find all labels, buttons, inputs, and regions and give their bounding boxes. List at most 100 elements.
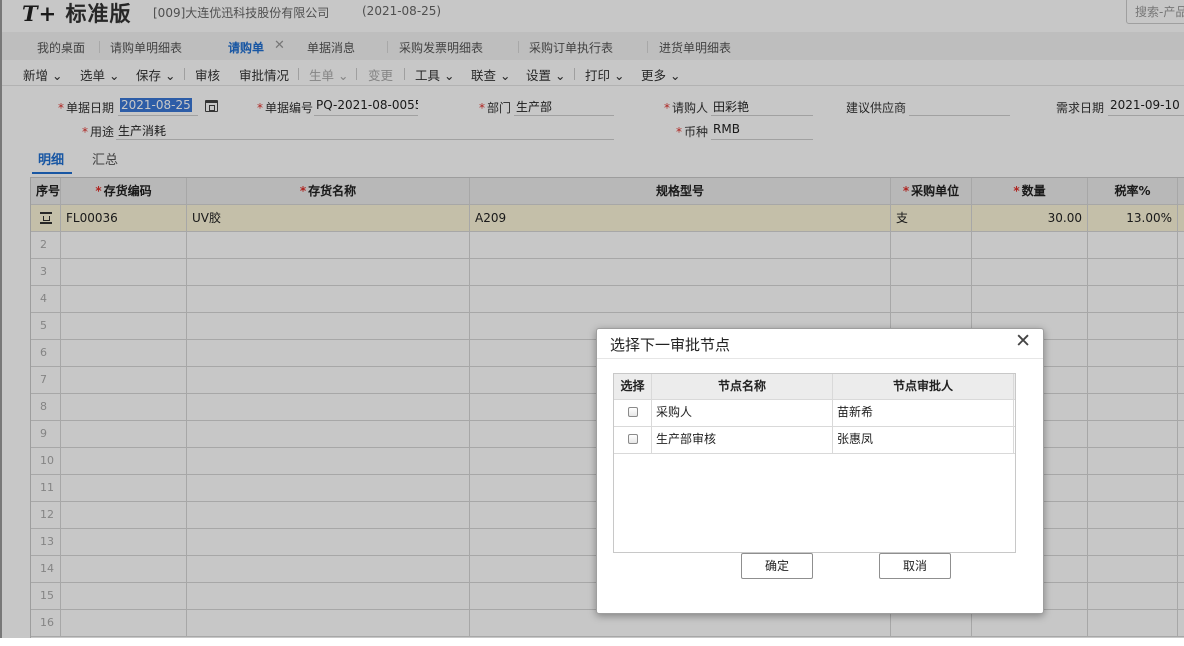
grid-cell[interactable] xyxy=(61,232,187,259)
list-item[interactable]: 采购人 苗新希 xyxy=(614,400,1015,427)
grid-cell[interactable] xyxy=(61,286,187,313)
tab-purchase-request[interactable]: 请购单 xyxy=(215,39,295,62)
table-row[interactable]: 3 xyxy=(31,259,1184,286)
grid-cell[interactable] xyxy=(187,448,470,475)
dept-field[interactable]: 生产部 xyxy=(514,98,614,116)
grid-cell[interactable] xyxy=(1088,502,1178,529)
select-checkbox[interactable] xyxy=(614,427,652,453)
grid-cell[interactable] xyxy=(61,556,187,583)
currency-field[interactable]: RMB xyxy=(711,122,813,140)
grid-cell[interactable] xyxy=(1088,340,1178,367)
cancel-button[interactable]: 取消 xyxy=(879,553,951,579)
grid-cell[interactable] xyxy=(1088,367,1178,394)
grid-cell[interactable] xyxy=(61,529,187,556)
grid-cell[interactable] xyxy=(61,259,187,286)
grid-cell[interactable] xyxy=(61,583,187,610)
list-item[interactable]: 生产部审核 张惠凤 xyxy=(614,427,1015,454)
grid-cell[interactable] xyxy=(187,286,470,313)
save-button[interactable]: 保存 ⌄ xyxy=(136,65,175,84)
grid-cell[interactable] xyxy=(1088,286,1178,313)
grid-cell[interactable] xyxy=(61,394,187,421)
tab-summary[interactable]: 汇总 xyxy=(92,149,118,168)
grid-cell[interactable] xyxy=(1088,583,1178,610)
grid-cell[interactable] xyxy=(1088,259,1178,286)
col-code[interactable]: * 存货编码 xyxy=(61,178,187,205)
grid-cell[interactable] xyxy=(1088,421,1178,448)
grid-cell[interactable] xyxy=(470,259,891,286)
tab-detail[interactable]: 明细 xyxy=(31,149,73,174)
grid-cell[interactable] xyxy=(972,286,1088,313)
close-icon[interactable]: ✕ xyxy=(274,38,285,53)
grid-cell[interactable] xyxy=(1088,448,1178,475)
audit-button[interactable]: 审核 xyxy=(195,65,220,84)
print-button[interactable]: 打印 ⌄ xyxy=(585,65,624,84)
supplier-field[interactable] xyxy=(909,98,1010,116)
cell-name[interactable]: UV胶 xyxy=(187,205,470,232)
grid-cell[interactable] xyxy=(61,448,187,475)
grid-cell[interactable] xyxy=(891,286,972,313)
grid-cell[interactable] xyxy=(61,610,187,637)
grid-cell[interactable] xyxy=(972,232,1088,259)
tab-doc-messages[interactable]: 单据消息 xyxy=(307,39,355,56)
cell-qty[interactable]: 30.00 xyxy=(972,205,1088,232)
doc-date-field[interactable]: 2021-08-25 xyxy=(118,98,198,116)
grid-cell[interactable] xyxy=(972,610,1088,637)
grid-cell[interactable] xyxy=(187,556,470,583)
close-icon[interactable]: ✕ xyxy=(1015,330,1031,352)
grid-cell[interactable] xyxy=(61,313,187,340)
ok-button[interactable]: 确定 xyxy=(741,553,813,579)
more-button[interactable]: 更多 ⌄ xyxy=(641,65,680,84)
grid-cell[interactable] xyxy=(891,232,972,259)
grid-cell[interactable] xyxy=(187,313,470,340)
grid-cell[interactable] xyxy=(187,340,470,367)
col-index[interactable]: 序号 xyxy=(31,178,61,205)
grid-cell[interactable] xyxy=(61,421,187,448)
grid-cell[interactable] xyxy=(61,340,187,367)
linked-query-button[interactable]: 联查 ⌄ xyxy=(471,65,510,84)
row-edit-icon[interactable] xyxy=(31,205,61,232)
grid-cell[interactable] xyxy=(1088,529,1178,556)
grid-cell[interactable] xyxy=(61,502,187,529)
cell-spec[interactable]: A209 xyxy=(470,205,891,232)
col-spec[interactable]: 规格型号 xyxy=(470,178,891,205)
select-order-button[interactable]: 选单 ⌄ xyxy=(80,65,119,84)
settings-button[interactable]: 设置 ⌄ xyxy=(526,65,565,84)
tab-my-desktop[interactable]: 我的桌面 xyxy=(37,39,85,56)
requester-field[interactable]: 田彩艳 xyxy=(711,98,813,116)
grid-cell[interactable] xyxy=(891,610,972,637)
table-row[interactable]: FL00036 UV胶 A209 支 30.00 13.00% xyxy=(31,205,1184,232)
grid-cell[interactable] xyxy=(187,502,470,529)
grid-cell[interactable] xyxy=(1088,610,1178,637)
tab-invoice-detail[interactable]: 采购发票明细表 xyxy=(399,39,483,56)
grid-cell[interactable] xyxy=(187,367,470,394)
grid-cell[interactable] xyxy=(187,610,470,637)
grid-cell[interactable] xyxy=(972,259,1088,286)
grid-cell[interactable] xyxy=(1088,313,1178,340)
grid-cell[interactable] xyxy=(1088,232,1178,259)
purpose-field[interactable]: 生产消耗 xyxy=(116,122,614,140)
grid-cell[interactable] xyxy=(187,583,470,610)
grid-cell[interactable] xyxy=(470,610,891,637)
grid-cell[interactable] xyxy=(891,259,972,286)
grid-cell[interactable] xyxy=(61,475,187,502)
grid-cell[interactable] xyxy=(187,394,470,421)
tab-request-detail[interactable]: 请购单明细表 xyxy=(110,39,182,56)
col-tax[interactable]: 税率% xyxy=(1088,178,1178,205)
grid-cell[interactable] xyxy=(1088,556,1178,583)
cell-code[interactable]: FL00036 xyxy=(61,205,187,232)
col-name[interactable]: * 存货名称 xyxy=(187,178,470,205)
doc-no-field[interactable]: PQ-2021-08-0055 xyxy=(314,98,418,116)
cell-tax[interactable]: 13.00% xyxy=(1088,205,1178,232)
col-qty[interactable]: * 数量 xyxy=(972,178,1088,205)
tab-order-execution[interactable]: 采购订单执行表 xyxy=(529,39,613,56)
grid-cell[interactable] xyxy=(470,232,891,259)
grid-cell[interactable] xyxy=(187,421,470,448)
tools-button[interactable]: 工具 ⌄ xyxy=(415,65,454,84)
change-button[interactable]: 变更 xyxy=(368,65,393,84)
generate-order-button[interactable]: 生单 ⌄ xyxy=(309,65,348,84)
grid-cell[interactable] xyxy=(187,475,470,502)
grid-cell[interactable] xyxy=(61,367,187,394)
col-unit[interactable]: * 采购单位 xyxy=(891,178,972,205)
select-checkbox[interactable] xyxy=(614,400,652,426)
calendar-icon[interactable] xyxy=(205,100,218,112)
